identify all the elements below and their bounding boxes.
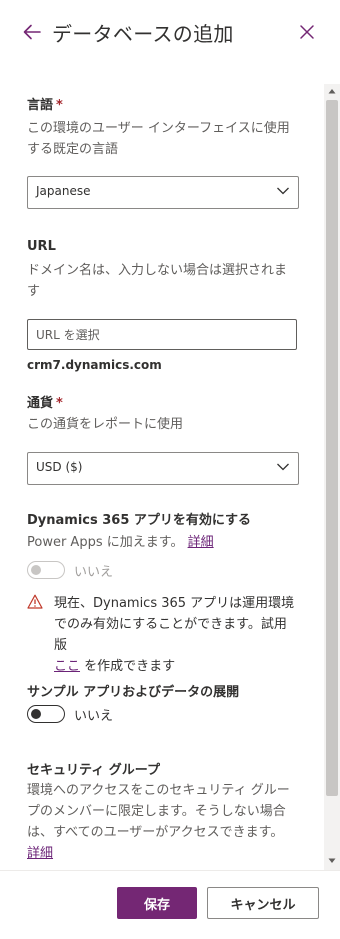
sample-apps-toggle-text: いいえ [74, 709, 114, 724]
arrow-left-icon[interactable] [22, 22, 42, 42]
dynamics-toggle[interactable] [27, 561, 65, 579]
required-mark: * [56, 98, 63, 113]
security-group-description: 環境へのアクセスをこのセキュリティ グループのメンバーに限定します。そうしない場… [27, 783, 290, 861]
sample-apps-toggle[interactable] [27, 705, 65, 723]
vertical-scrollbar[interactable] [324, 84, 340, 870]
currency-selected-value: USD ($) [36, 460, 83, 474]
url-label: URL [27, 239, 56, 254]
security-group-label: セキュリティ グループ [27, 763, 160, 778]
chevron-down-icon [277, 187, 289, 195]
language-dropdown[interactable]: Japanese [27, 176, 299, 209]
dynamics-label: Dynamics 365 アプリを有効にする [27, 513, 252, 528]
dynamics-details-link[interactable]: 詳細 [188, 535, 214, 550]
sample-apps-label: サンプル アプリおよびデータの展開 [27, 685, 240, 700]
scroll-up-arrow-icon[interactable] [328, 88, 336, 94]
panel-footer: 保存 キャンセル [0, 870, 340, 939]
security-details-link[interactable]: 詳細 [27, 846, 53, 861]
warning-icon [27, 594, 43, 609]
dynamics-description: Power Apps に加えます。 詳細 [27, 535, 214, 550]
scrollbar-thumb[interactable] [326, 100, 338, 796]
url-domain-suffix: crm7.dynamics.com [27, 358, 162, 372]
currency-label: 通貨 * [27, 396, 63, 411]
language-description: この環境のユーザー インターフェイスに使用する既定の言語 [27, 121, 290, 157]
required-mark: * [56, 396, 63, 411]
dynamics-toggle-text: いいえ [74, 565, 114, 580]
currency-description: この通貨をレポートに使用 [27, 417, 184, 432]
scroll-down-arrow-icon[interactable] [328, 858, 336, 864]
close-icon[interactable] [298, 23, 316, 41]
language-label: 言語 * [27, 98, 63, 113]
cancel-button[interactable]: キャンセル [207, 887, 319, 919]
currency-dropdown[interactable]: USD ($) [27, 452, 299, 485]
url-input[interactable] [27, 319, 297, 350]
url-description: ドメイン名は、入力しない場合は選択されます [27, 263, 288, 299]
toggle-knob [31, 709, 41, 719]
save-button[interactable]: 保存 [117, 887, 197, 919]
panel-header: データベースの追加 [0, 0, 340, 64]
toggle-knob [31, 565, 41, 575]
dynamics-warning-text: 現在、Dynamics 365 アプリは運用環境でのみ有効にすることができます。… [54, 596, 295, 674]
form-scroll-area[interactable]: 言語 * この環境のユーザー インターフェイスに使用する既定の言語 Japanes… [0, 84, 324, 870]
chevron-down-icon [277, 463, 289, 471]
language-selected-value: Japanese [36, 184, 91, 198]
panel-title: データベースの追加 [52, 22, 234, 46]
trial-here-link[interactable]: ここ [54, 659, 80, 674]
